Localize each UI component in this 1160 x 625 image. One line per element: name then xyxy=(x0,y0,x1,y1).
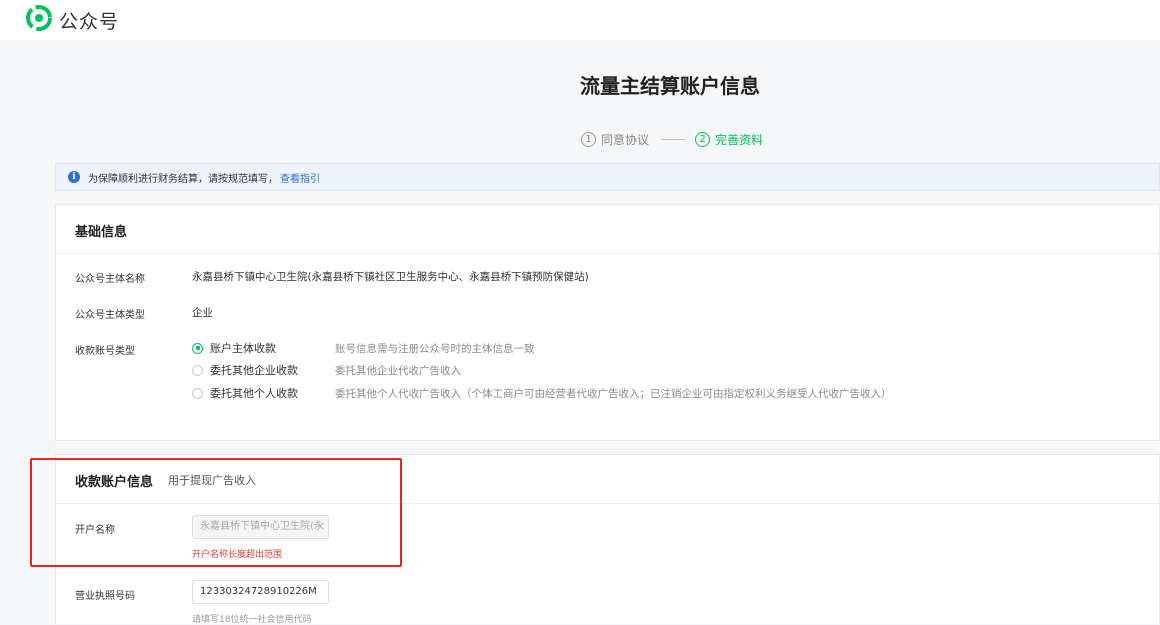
radio-hint: 委托其他企业代收广告收入 xyxy=(335,364,461,377)
notice-text: 为保障顺利进行财务结算，请按规范填写， xyxy=(88,173,278,185)
radio-option-other-company[interactable]: 委托其他企业收款 委托其他企业代收广告收入 xyxy=(192,362,461,378)
card-header: 基础信息 xyxy=(56,205,1159,254)
license-number-field[interactable]: 1233032472891022​6M xyxy=(192,580,329,604)
section-title: 基础信息 xyxy=(75,225,128,240)
radio-option-self[interactable]: 账户主体收款 账号信息需与注册公众号时的主体信息一致 xyxy=(192,340,535,356)
radio-hint: 委托其他个人代收广告收入（个体工商户可由经营者代收广告收入；已注销企业可由指定权… xyxy=(335,387,892,400)
radio-unchecked-icon[interactable] xyxy=(192,387,203,399)
step-label: 同意协议 xyxy=(601,132,650,147)
brand-name: 公众号 xyxy=(59,11,120,33)
license-number-label: 营业执照号码 xyxy=(75,591,135,602)
wechat-official-account-logo-icon[interactable] xyxy=(26,5,52,31)
page-title: 流量主结算账户信息 xyxy=(580,74,760,98)
view-guide-link[interactable]: 查看指引 xyxy=(280,170,320,185)
stepper: 1 同意协议 2 完善资料 xyxy=(581,130,763,148)
subject-type-label: 公众号主体类型 xyxy=(75,310,145,321)
step-label: 完善资料 xyxy=(715,132,764,147)
step-agree: 1 同意协议 xyxy=(581,131,649,148)
radio-label: 委托其他企业收款 xyxy=(210,364,298,377)
subject-name-value: 永嘉县桥下镇中心卫生院(永嘉县桥下镇社区卫生服务中心、永嘉县桥下镇预防保健站) xyxy=(192,271,589,283)
license-number-hint: 请填写18位统一社会信用代码 xyxy=(192,615,312,625)
info-notice: i 为保障顺利进行财务结算，请按规范填写， 查看指引 xyxy=(55,163,1160,191)
account-type-label: 收款账号类型 xyxy=(75,346,135,357)
radio-label: 账户主体收款 xyxy=(210,342,276,355)
radio-hint: 账号信息需与注册公众号时的主体信息一致 xyxy=(335,342,535,355)
top-bar: 公众号 xyxy=(0,0,1160,40)
subject-name-label: 公众号主体名称 xyxy=(75,274,145,285)
annotation-highlight-box xyxy=(30,458,402,567)
subject-type-value: 企业 xyxy=(192,307,213,319)
step-connector xyxy=(661,138,686,140)
step-number: 1 xyxy=(581,131,596,147)
radio-label: 委托其他个人收款 xyxy=(210,387,298,400)
step-number: 2 xyxy=(695,131,711,147)
basic-info-card: 基础信息 公众号主体名称 永嘉县桥下镇中心卫生院(永嘉县桥下镇社区卫生服务中心、… xyxy=(55,204,1160,441)
radio-option-other-person[interactable]: 委托其他个人收款 委托其他个人代收广告收入（个体工商户可由经营者代收广告收入；已… xyxy=(192,385,892,401)
info-icon: i xyxy=(68,171,80,183)
step-complete-info: 2 完善资料 xyxy=(695,131,763,148)
radio-unchecked-icon[interactable] xyxy=(192,364,203,376)
radio-checked-icon[interactable] xyxy=(192,342,203,354)
